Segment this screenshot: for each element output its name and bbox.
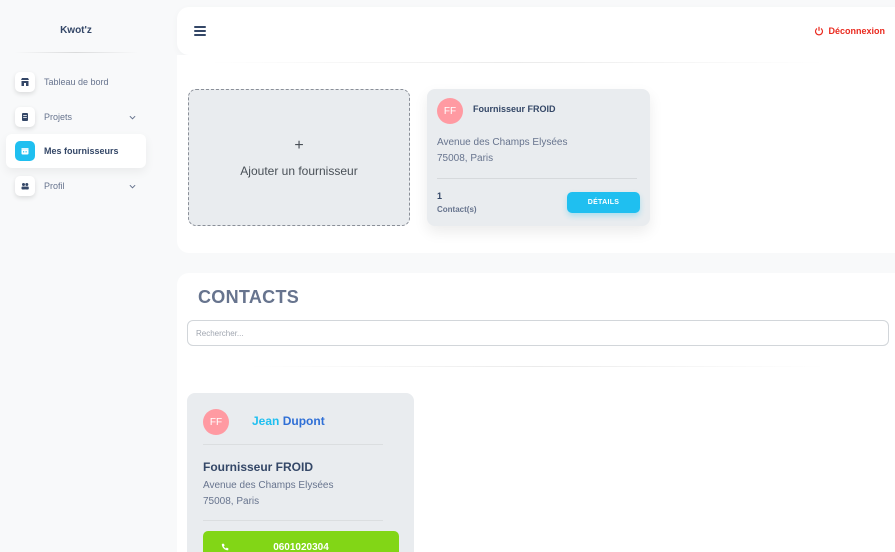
- divider: [437, 178, 637, 179]
- search-input[interactable]: [187, 320, 889, 346]
- hamburger-icon[interactable]: [194, 26, 206, 36]
- brand-divider: [14, 52, 138, 53]
- user-group-icon: [15, 176, 35, 196]
- contacts-title: CONTACTS: [198, 287, 300, 307]
- sidebar-item-label: Mes fournisseurs: [44, 146, 119, 156]
- chevron-down-icon[interactable]: [126, 114, 138, 121]
- contact-count: 1: [437, 191, 443, 201]
- contact-address-line1: Avenue des Champs Elysées: [203, 480, 334, 491]
- power-icon: [815, 26, 824, 36]
- contact-name: Jean Dupont: [252, 414, 325, 428]
- brand-logo[interactable]: Kwot'z: [0, 20, 152, 42]
- add-supplier-label: Ajouter un fournisseur: [240, 163, 358, 178]
- contact-card: FF Jean Dupont Fournisseur FROID Avenue …: [187, 393, 414, 552]
- calendar-icon: [15, 141, 35, 161]
- divider: [247, 366, 827, 367]
- chevron-down-icon[interactable]: [126, 183, 138, 190]
- sidebar-item-label: Profil: [44, 181, 65, 191]
- contact-company: Fournisseur FROID: [203, 460, 314, 474]
- avatar: FF: [437, 98, 463, 124]
- sidebar-item-label: Tableau de bord: [44, 77, 109, 87]
- document-icon: [15, 107, 35, 127]
- divider: [207, 62, 827, 63]
- logout-button[interactable]: Déconnexion: [814, 23, 885, 39]
- suppliers-panel: + Ajouter un fournisseur FF Fournisseur …: [177, 55, 895, 253]
- divider: [203, 444, 383, 445]
- details-button[interactable]: DÉTAILS: [567, 192, 640, 213]
- sidebar-item-profil[interactable]: Profil: [6, 169, 146, 203]
- sidebar-item-label: Projets: [44, 112, 73, 122]
- contact-count-label: Contact(s): [437, 205, 477, 214]
- sidebar-item-mes-fournisseurs[interactable]: Mes fournisseurs: [6, 134, 146, 168]
- contacts-panel: CONTACTS FF Jean Dupont Fournisseur FROI…: [177, 273, 895, 552]
- sidebar-item-tableau-de-bord[interactable]: Tableau de bord: [6, 65, 146, 99]
- avatar: FF: [203, 409, 229, 435]
- supplier-card: FF Fournisseur FROID Avenue des Champs E…: [427, 89, 650, 226]
- contact-last-name: Dupont: [282, 414, 325, 428]
- plus-icon: +: [294, 136, 304, 154]
- supplier-address-line1: Avenue des Champs Elysées: [437, 137, 568, 148]
- sidebar-item-projets[interactable]: Projets: [6, 100, 146, 134]
- top-navbar: Déconnexion: [177, 7, 895, 55]
- phone-button[interactable]: 0601020304: [203, 531, 399, 552]
- phone-icon: [221, 543, 229, 551]
- logout-label: Déconnexion: [828, 26, 885, 36]
- supplier-address-line2: 75008, Paris: [437, 153, 494, 164]
- divider: [203, 520, 383, 521]
- contact-address-line2: 75008, Paris: [203, 496, 260, 507]
- sidebar: Kwot'z Tableau de bord Projets Mes fourn…: [0, 0, 160, 552]
- contact-first-name: Jean: [252, 414, 280, 428]
- add-supplier-card[interactable]: + Ajouter un fournisseur: [188, 89, 410, 226]
- supplier-name: Fournisseur FROID: [473, 104, 556, 114]
- shop-icon: [15, 72, 35, 92]
- phone-number: 0601020304: [273, 541, 329, 552]
